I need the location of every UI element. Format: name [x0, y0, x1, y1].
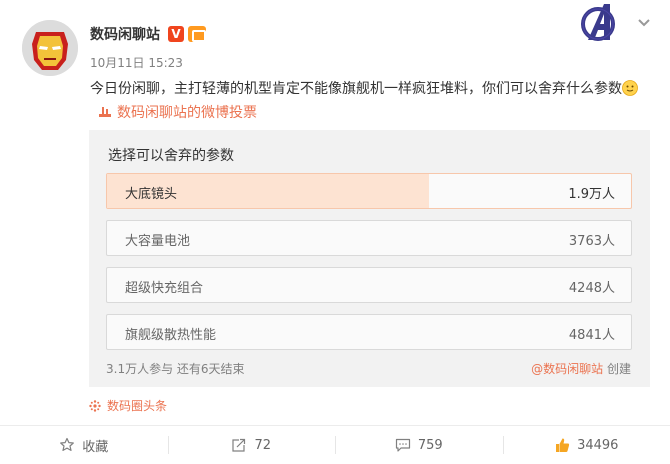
- chevron-down-icon[interactable]: [637, 18, 651, 28]
- like-button[interactable]: 34496: [502, 426, 670, 464]
- like-icon: [556, 438, 570, 452]
- post-text: 今日份闲聊，主打轻薄的机型肯定不能像旗舰机一样疯狂堆料，你们可以舍弃什么参数 数…: [90, 77, 650, 125]
- poll-creator: @数码闲聊站 创建: [531, 360, 631, 377]
- repost-button[interactable]: 72: [167, 426, 336, 464]
- poll-option-label: 大容量电池: [125, 234, 191, 249]
- favorite-button[interactable]: 收藏: [0, 426, 168, 464]
- verified-badge: V: [168, 26, 184, 42]
- smiley-emoji-icon: [622, 80, 638, 96]
- poll-option-count: 4841人: [568, 328, 615, 343]
- topic-label: 数码圈头条: [107, 399, 168, 413]
- poll-option-count: 1.9万人: [568, 187, 615, 202]
- comment-count: 759: [417, 437, 443, 453]
- iron-man-avatar-icon: [22, 20, 78, 76]
- poll-option-label: 大底镜头: [125, 187, 178, 202]
- author-name[interactable]: 数码闲聊站: [90, 24, 160, 44]
- poll-option-count: 4248人: [568, 281, 615, 296]
- poll-option[interactable]: 大底镜头 1.9万人: [106, 173, 632, 209]
- author-name-row: 数码闲聊站 V: [90, 24, 206, 44]
- vote-link[interactable]: 数码闲聊站的微博投票: [117, 105, 257, 121]
- vote-icon: [99, 107, 111, 117]
- star-icon: [60, 437, 75, 451]
- repost-count: 72: [254, 437, 272, 453]
- poll-option-label: 超级快充组合: [125, 281, 204, 296]
- avengers-logo-icon: [581, 4, 615, 41]
- comment-button[interactable]: 759: [335, 426, 503, 464]
- poll-title: 选择可以舍弃的参数: [108, 148, 234, 164]
- repost-icon: [232, 438, 246, 452]
- poll-card: 选择可以舍弃的参数 大底镜头 1.9万人 大容量电池 3763人 超级快充组合 …: [89, 130, 650, 387]
- topic-icon: [89, 399, 101, 412]
- poll-option-count: 3763人: [568, 234, 615, 249]
- favorite-label: 收藏: [82, 439, 109, 455]
- poll-option[interactable]: 旗舰级散热性能 4841人: [106, 314, 632, 350]
- comment-icon: [395, 438, 410, 452]
- poll-creator-suffix: 创建: [606, 362, 631, 376]
- poll-creator-mention[interactable]: @数码闲聊站: [531, 362, 603, 376]
- poll-option[interactable]: 大容量电池 3763人: [106, 220, 632, 256]
- like-count: 34496: [577, 437, 619, 453]
- topic-link[interactable]: 数码圈头条: [89, 397, 167, 414]
- post-timestamp[interactable]: 10月11日 15:23: [90, 54, 183, 71]
- avatar[interactable]: [22, 20, 78, 76]
- poll-option[interactable]: 超级快充组合 4248人: [106, 267, 632, 303]
- post-body: 今日份闲聊，主打轻薄的机型肯定不能像旗舰机一样疯狂堆料，你们可以舍弃什么参数: [90, 81, 622, 97]
- member-badge-icon: [188, 26, 206, 42]
- poll-option-label: 旗舰级散热性能: [125, 328, 217, 343]
- action-bar: 收藏 72 759 34496: [0, 426, 670, 464]
- poll-participants: 3.1万人参与 还有6天结束: [106, 362, 245, 376]
